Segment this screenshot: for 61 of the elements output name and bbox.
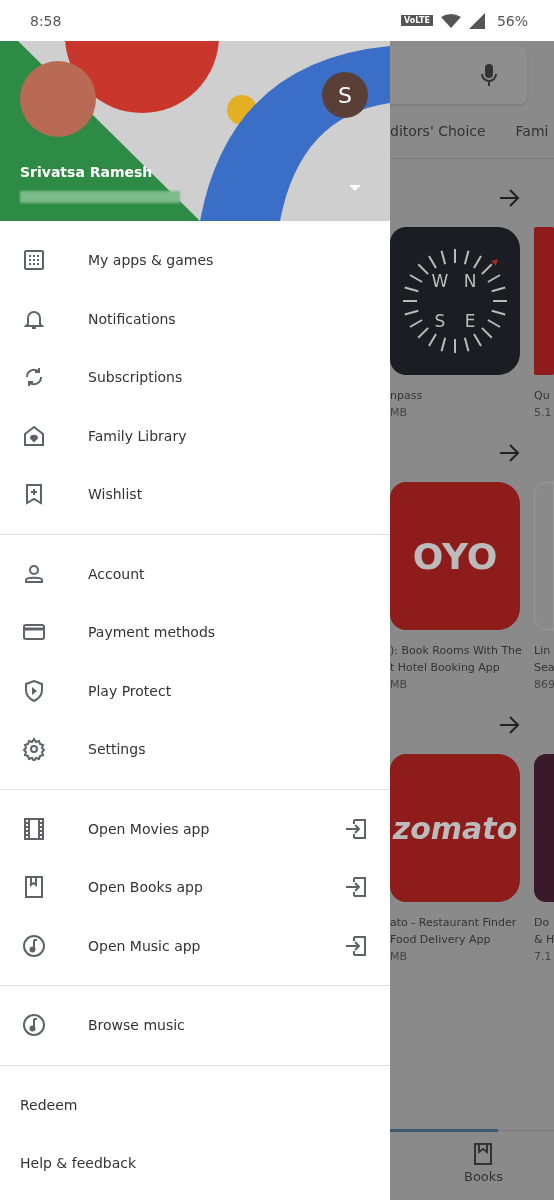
film-icon <box>22 816 46 841</box>
app-size: MB <box>390 949 408 965</box>
family-icon <box>22 423 46 448</box>
app-icon: OYO <box>390 482 520 630</box>
music-icon <box>22 933 46 958</box>
wifi-icon <box>440 13 461 28</box>
menu-item[interactable]: Redeem <box>20 1096 370 1113</box>
menu-item[interactable]: Open Books app <box>88 879 344 896</box>
shield-icon <box>22 678 46 703</box>
arrow-right-icon <box>500 716 520 734</box>
menu-item[interactable]: Browse music <box>88 1017 370 1034</box>
app-title: Lin <box>534 643 551 659</box>
app-title: Food Delivery App <box>390 932 491 948</box>
volte-badge: VoLTE <box>400 15 433 26</box>
menu-item[interactable]: Help & feedback <box>20 1155 370 1172</box>
app-title: ): Book Rooms With The <box>390 643 522 659</box>
battery-percent: 56% <box>496 12 528 29</box>
menu-item[interactable]: Open Movies app <box>88 820 344 837</box>
menu-item[interactable]: Settings <box>88 741 370 758</box>
book-icon <box>22 875 46 900</box>
exit-icon[interactable] <box>344 816 368 841</box>
menu-item[interactable]: Wishlist <box>88 486 370 503</box>
grid-icon <box>22 248 46 273</box>
menu-item[interactable]: My apps & games <box>88 252 370 269</box>
app-icon <box>534 227 554 375</box>
app-title: Qu <box>534 388 550 404</box>
menu-item[interactable]: Notifications <box>88 310 370 327</box>
app-title: & H <box>534 932 554 948</box>
exit-icon[interactable] <box>344 875 368 900</box>
menu-item[interactable]: Play Protect <box>88 682 370 699</box>
app-title: t Hotel Booking App <box>390 660 500 676</box>
book-icon <box>474 1143 492 1165</box>
exit-icon[interactable] <box>344 933 368 958</box>
category-label: Fami <box>515 123 549 139</box>
category-label: ditors' Choice <box>390 123 486 139</box>
menu-item[interactable]: Open Music app <box>88 937 344 954</box>
menu-item[interactable]: Payment methods <box>88 624 370 641</box>
clock-time: 8:58 <box>30 12 62 29</box>
app-size: MB <box>390 405 408 421</box>
app-icon <box>534 754 554 902</box>
app-size: 869 <box>534 677 554 693</box>
signal-icon <box>468 12 485 29</box>
compass-app-icon: W N S E <box>390 227 520 375</box>
menu-item[interactable]: Subscriptions <box>88 369 370 386</box>
music-icon <box>22 1013 46 1038</box>
gear-icon <box>22 737 46 762</box>
app-size: 7.1 <box>534 949 552 965</box>
app-title: npass <box>390 388 423 404</box>
app-title: Do <box>534 915 550 931</box>
app-title: Sea <box>534 660 554 676</box>
menu-item[interactable]: Family Library <box>88 427 370 444</box>
app-size: MB <box>390 677 408 693</box>
app-title: ato - Restaurant Finder <box>390 915 517 931</box>
account-name: Srivatsa Ramesh <box>20 164 153 180</box>
nav-label[interactable]: Books <box>464 1169 504 1184</box>
app-icon: zomato <box>390 754 520 902</box>
microphone-icon <box>481 63 497 87</box>
arrow-right-icon <box>500 189 520 207</box>
arrow-right-icon <box>500 444 520 462</box>
app-size: 5.1 <box>534 405 552 421</box>
menu-item[interactable]: Account <box>88 565 370 582</box>
